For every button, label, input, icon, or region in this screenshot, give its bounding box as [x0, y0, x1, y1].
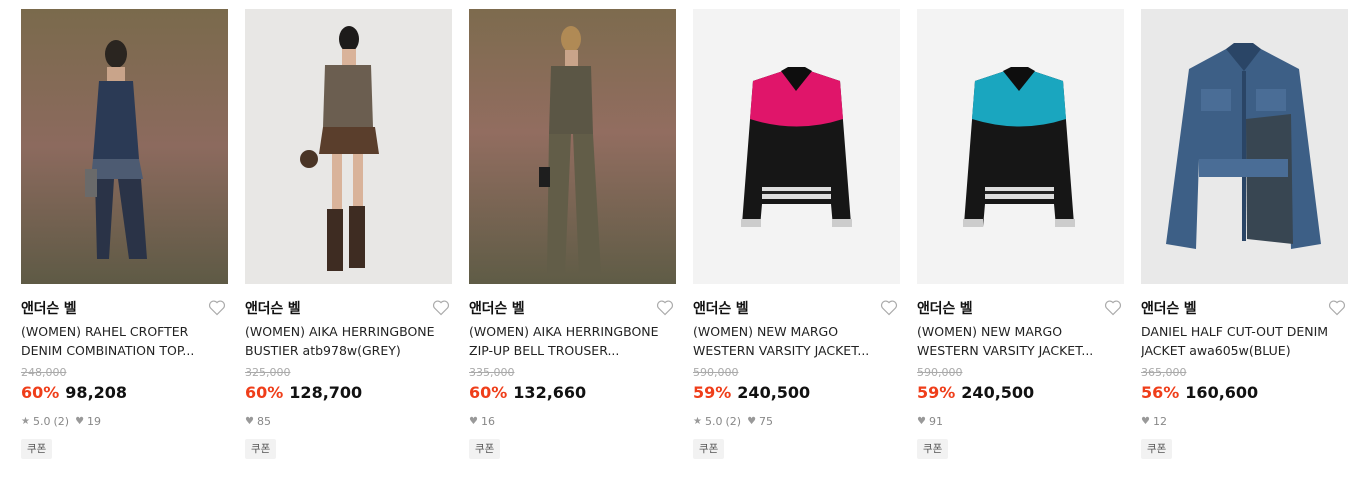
price-row: 56% 160,600	[1141, 383, 1258, 402]
coupon-badge: 쿠폰	[469, 439, 501, 459]
sale-price: 160,600	[1185, 383, 1259, 402]
price-row: 59% 240,500	[693, 383, 810, 402]
sale-price: 132,660	[513, 383, 587, 402]
product-image[interactable]	[245, 9, 452, 284]
discount-rate: 60%	[21, 383, 60, 402]
product-meta: ♥ 12	[1141, 415, 1167, 428]
brand-name[interactable]: 앤더슨 벨	[21, 298, 77, 318]
product-name[interactable]: (WOMEN) AIKA HERRINGBONE BUSTIER atb978w…	[245, 322, 445, 360]
heart-filled-icon: ♥	[1141, 416, 1150, 427]
product-image[interactable]	[1141, 9, 1348, 284]
sale-price: 240,500	[737, 383, 811, 402]
product-card[interactable]: 앤더슨 벨 DANIEL HALF CUT-OUT DENIM JACKET a…	[1141, 9, 1348, 469]
product-meta: ★ 5.0 (2) ♥ 75	[693, 415, 773, 428]
likes: ♥ 19	[75, 415, 101, 428]
brand-name[interactable]: 앤더슨 벨	[245, 298, 301, 318]
brand-name[interactable]: 앤더슨 벨	[693, 298, 749, 318]
original-price: 335,000	[469, 366, 515, 379]
product-card[interactable]: 앤더슨 벨 (WOMEN) NEW MARGO WESTERN VARSITY …	[693, 9, 900, 469]
review-count: (2)	[53, 415, 70, 428]
sale-price: 98,208	[65, 383, 128, 402]
star-icon: ★	[21, 416, 30, 427]
original-price: 590,000	[917, 366, 963, 379]
likes: ♥ 85	[245, 415, 271, 428]
wishlist-heart-icon[interactable]	[1104, 299, 1122, 316]
price-row: 60% 128,700	[245, 383, 362, 402]
discount-rate: 59%	[917, 383, 956, 402]
like-count: 75	[759, 415, 774, 428]
coupon-badge: 쿠폰	[693, 439, 725, 459]
brand-row: 앤더슨 벨	[469, 298, 676, 318]
rating: ★ 5.0 (2)	[21, 415, 69, 428]
sale-price: 128,700	[289, 383, 363, 402]
product-meta: ♥ 16	[469, 415, 495, 428]
original-price: 365,000	[1141, 366, 1187, 379]
product-card[interactable]: 앤더슨 벨 (WOMEN) AIKA HERRINGBONE BUSTIER a…	[245, 9, 452, 469]
discount-rate: 60%	[245, 383, 284, 402]
price-row: 60% 132,660	[469, 383, 586, 402]
product-image[interactable]	[693, 9, 900, 284]
product-name[interactable]: (WOMEN) AIKA HERRINGBONE ZIP-UP BELL TRO…	[469, 322, 669, 360]
product-card[interactable]: 앤더슨 벨 (WOMEN) RAHEL CROFTER DENIM COMBIN…	[21, 9, 228, 469]
product-meta: ♥ 91	[917, 415, 943, 428]
likes: ♥ 75	[747, 415, 773, 428]
review-count: (2)	[725, 415, 742, 428]
wishlist-heart-icon[interactable]	[656, 299, 674, 316]
like-count: 91	[928, 415, 943, 428]
product-grid: 앤더슨 벨 (WOMEN) RAHEL CROFTER DENIM COMBIN…	[0, 0, 1359, 484]
heart-filled-icon: ♥	[469, 416, 478, 427]
heart-filled-icon: ♥	[245, 416, 254, 427]
like-count: 12	[1152, 415, 1167, 428]
brand-row: 앤더슨 벨	[693, 298, 900, 318]
likes: ♥ 91	[917, 415, 943, 428]
product-image[interactable]	[469, 9, 676, 284]
like-count: 16	[480, 415, 495, 428]
rating-score: 5.0	[704, 415, 723, 428]
brand-row: 앤더슨 벨	[245, 298, 452, 318]
wishlist-heart-icon[interactable]	[432, 299, 450, 316]
product-image[interactable]	[21, 9, 228, 284]
heart-filled-icon: ♥	[917, 416, 926, 427]
brand-name[interactable]: 앤더슨 벨	[1141, 298, 1197, 318]
rating-score: 5.0	[32, 415, 51, 428]
wishlist-heart-icon[interactable]	[1328, 299, 1346, 316]
discount-rate: 56%	[1141, 383, 1180, 402]
product-card[interactable]: 앤더슨 벨 (WOMEN) AIKA HERRINGBONE ZIP-UP BE…	[469, 9, 676, 469]
product-card[interactable]: 앤더슨 벨 (WOMEN) NEW MARGO WESTERN VARSITY …	[917, 9, 1124, 469]
brand-name[interactable]: 앤더슨 벨	[917, 298, 973, 318]
like-count: 19	[87, 415, 102, 428]
heart-filled-icon: ♥	[747, 416, 757, 427]
wishlist-heart-icon[interactable]	[880, 299, 898, 316]
product-meta: ★ 5.0 (2) ♥ 19	[21, 415, 101, 428]
product-image[interactable]	[917, 9, 1124, 284]
sale-price: 240,500	[961, 383, 1035, 402]
price-row: 59% 240,500	[917, 383, 1034, 402]
brand-name[interactable]: 앤더슨 벨	[469, 298, 525, 318]
brand-row: 앤더슨 벨	[1141, 298, 1348, 318]
product-meta: ♥ 85	[245, 415, 271, 428]
original-price: 325,000	[245, 366, 291, 379]
like-count: 85	[256, 415, 271, 428]
likes: ♥ 16	[469, 415, 495, 428]
coupon-badge: 쿠폰	[1141, 439, 1173, 459]
product-name[interactable]: (WOMEN) NEW MARGO WESTERN VARSITY JACKET…	[917, 322, 1117, 360]
product-name[interactable]: (WOMEN) RAHEL CROFTER DENIM COMBINATION …	[21, 322, 221, 360]
original-price: 248,000	[21, 366, 67, 379]
discount-rate: 60%	[469, 383, 508, 402]
product-name[interactable]: DANIEL HALF CUT-OUT DENIM JACKET awa605w…	[1141, 322, 1341, 360]
brand-row: 앤더슨 벨	[21, 298, 228, 318]
star-icon: ★	[693, 416, 702, 427]
rating: ★ 5.0 (2)	[693, 415, 741, 428]
likes: ♥ 12	[1141, 415, 1167, 428]
discount-rate: 59%	[693, 383, 732, 402]
coupon-badge: 쿠폰	[917, 439, 949, 459]
coupon-badge: 쿠폰	[245, 439, 277, 459]
price-row: 60% 98,208	[21, 383, 127, 402]
heart-filled-icon: ♥	[75, 416, 85, 427]
coupon-badge: 쿠폰	[21, 439, 53, 459]
brand-row: 앤더슨 벨	[917, 298, 1124, 318]
wishlist-heart-icon[interactable]	[208, 299, 226, 316]
original-price: 590,000	[693, 366, 739, 379]
product-name[interactable]: (WOMEN) NEW MARGO WESTERN VARSITY JACKET…	[693, 322, 893, 360]
